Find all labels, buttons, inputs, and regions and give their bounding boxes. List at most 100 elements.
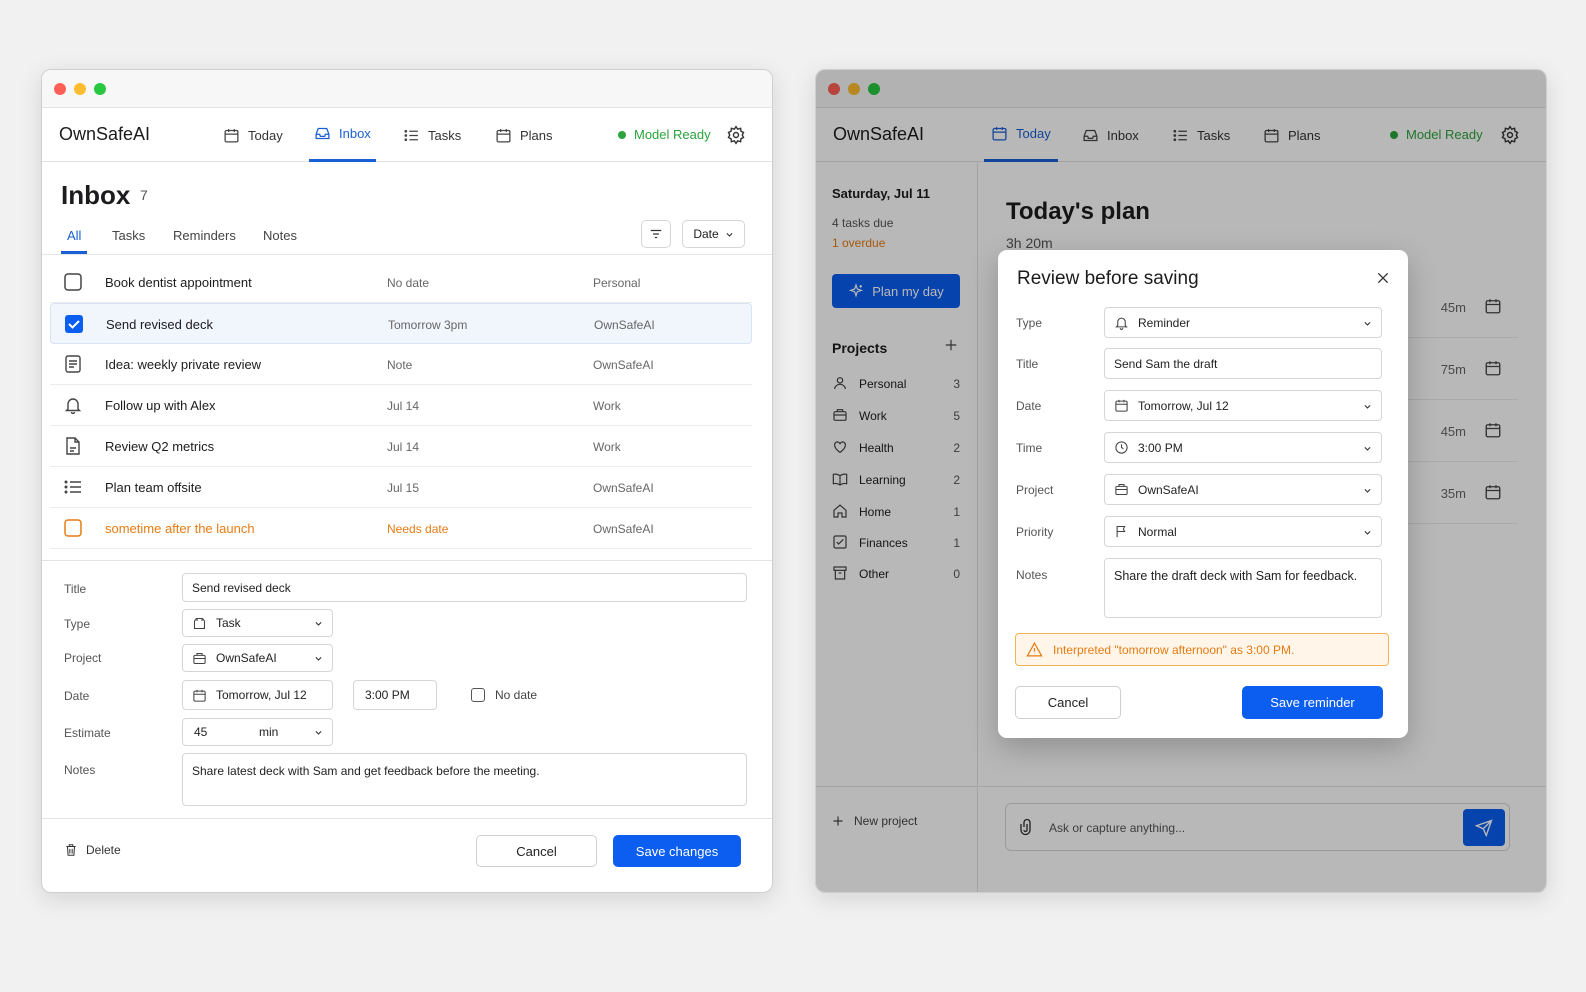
type-label: Type: [64, 617, 91, 631]
calendar-icon: [496, 128, 511, 143]
title-label: Title: [64, 582, 87, 596]
inbox-icon: [315, 127, 330, 140]
nav-plans[interactable]: Plans: [495, 108, 553, 162]
inbox-count: 7: [140, 187, 148, 203]
save-changes-button[interactable]: Save changes: [613, 835, 741, 867]
page-title: Inbox: [61, 180, 131, 210]
status-dot: [618, 130, 626, 139]
inbox-row[interactable]: Review Q2 metrics Jul 14 Work: [50, 426, 752, 467]
briefcase-icon: [193, 652, 206, 664]
nav-tasks[interactable]: Tasks: [403, 108, 461, 162]
warning-icon: [1026, 641, 1043, 657]
clock-icon: [1115, 441, 1128, 454]
footer-divider: [42, 818, 772, 819]
chevron-down-icon: [315, 656, 322, 661]
checkbox-checked-icon[interactable]: [65, 315, 83, 333]
chevron-down-icon: [1364, 446, 1371, 451]
flag-icon: [1116, 525, 1126, 538]
gear-icon[interactable]: [726, 125, 746, 145]
inbox-row[interactable]: Follow up with Alex Jul 14 Work: [50, 385, 752, 426]
list-icon: [64, 480, 81, 494]
priority-select[interactable]: Normal: [1104, 516, 1382, 547]
tabs-divider: [42, 254, 772, 255]
estimate-select[interactable]: 45 min: [182, 718, 333, 746]
title-field[interactable]: Send Sam the draft: [1104, 348, 1382, 379]
type-select[interactable]: Task: [182, 609, 333, 637]
inbox-row[interactable]: Book dentist appointment No date Persona…: [50, 262, 752, 303]
project-select[interactable]: OwnSafeAI: [182, 644, 333, 672]
cancel-button[interactable]: Cancel: [476, 835, 597, 867]
calendar-icon: [224, 128, 239, 143]
dialog-title: Review before saving: [1017, 268, 1199, 289]
editor-divider: [42, 560, 772, 561]
no-date-label: No date: [495, 688, 538, 702]
calendar-icon: [1115, 399, 1128, 412]
chevron-down-icon: [726, 232, 733, 237]
nav-inbox[interactable]: Inbox: [309, 108, 376, 162]
task-icon: [193, 617, 206, 629]
brand-logo: OwnSafeAI: [59, 124, 151, 144]
inbox-row[interactable]: Plan team offsite Jul 15 OwnSafeAI: [50, 467, 752, 508]
notes-label: Notes: [64, 763, 96, 777]
nav-today[interactable]: Today: [223, 108, 283, 162]
tab-reminders[interactable]: Reminders: [167, 228, 242, 254]
date-label: Date: [64, 689, 90, 703]
type-select[interactable]: Reminder: [1104, 307, 1382, 338]
chevron-down-icon: [1364, 404, 1371, 409]
document-icon: [66, 437, 80, 455]
inbox-row-selected[interactable]: Send revised deck Tomorrow 3pm OwnSafeAI: [50, 303, 752, 344]
model-status: Model Ready: [618, 127, 711, 142]
review-dialog: Review before saving Type Reminder Title…: [998, 250, 1408, 738]
checkbox-warning-icon[interactable]: [64, 519, 82, 537]
delete-button[interactable]: Delete: [64, 842, 121, 858]
list-icon: [404, 129, 418, 141]
no-date-checkbox[interactable]: [471, 688, 485, 702]
priority-label: Priority: [1016, 525, 1054, 539]
app-header: OwnSafeAI Today Inbox Tasks Plans Model …: [42, 108, 772, 162]
project-label: Project: [1016, 483, 1054, 497]
bell-icon: [64, 398, 82, 414]
project-select[interactable]: OwnSafeAI: [1104, 474, 1382, 505]
minimize-window-button[interactable]: [74, 83, 86, 95]
notes-label: Notes: [1016, 568, 1048, 582]
checkbox-icon[interactable]: [64, 273, 82, 291]
estimate-label: Estimate: [64, 726, 111, 740]
sort-date-button[interactable]: Date: [682, 220, 745, 248]
title-bar: [42, 70, 772, 108]
title-field[interactable]: Send revised deck: [182, 573, 747, 602]
note-icon: [65, 355, 81, 373]
date-picker[interactable]: Tomorrow, Jul 12: [1104, 390, 1382, 421]
trash-icon: [66, 844, 76, 856]
filter-icon: [650, 229, 662, 239]
chevron-down-icon: [1364, 321, 1371, 326]
briefcase-icon: [1115, 483, 1128, 496]
notes-textarea[interactable]: Share the draft deck with Sam for feedba…: [1104, 558, 1382, 618]
date-picker[interactable]: Tomorrow, Jul 12: [182, 680, 333, 710]
time-field[interactable]: 3:00 PM: [353, 680, 437, 710]
inbox-row[interactable]: Idea: weekly private review Note OwnSafe…: [50, 344, 752, 385]
tab-notes[interactable]: Notes: [257, 228, 303, 254]
filter-button[interactable]: [641, 220, 671, 248]
notes-textarea[interactable]: Share latest deck with Sam and get feedb…: [182, 753, 747, 806]
calendar-icon: [193, 689, 206, 702]
tab-all[interactable]: All: [61, 228, 88, 254]
time-select[interactable]: 3:00 PM: [1104, 432, 1382, 463]
save-reminder-button[interactable]: Save reminder: [1242, 686, 1383, 719]
zoom-window-button[interactable]: [94, 83, 106, 95]
chevron-down-icon: [1364, 488, 1371, 493]
interpretation-warning: Interpreted "tomorrow afternoon" as 3:00…: [1015, 633, 1389, 666]
bell-icon: [1115, 317, 1128, 330]
inbox-row-needs-date[interactable]: sometime after the launch Needs date Own…: [50, 508, 752, 549]
chevron-down-icon: [1364, 530, 1371, 535]
inbox-window: OwnSafeAI Today Inbox Tasks Plans Model …: [41, 69, 773, 893]
date-label: Date: [1016, 399, 1042, 413]
title-label: Title: [1016, 357, 1039, 371]
cancel-button[interactable]: Cancel: [1015, 686, 1121, 719]
tab-tasks[interactable]: Tasks: [106, 228, 151, 254]
close-window-button[interactable]: [54, 83, 66, 95]
chevron-down-icon: [315, 621, 322, 626]
chevron-down-icon: [315, 730, 322, 735]
project-label: Project: [64, 651, 102, 665]
time-label: Time: [1016, 441, 1043, 455]
close-icon[interactable]: [1375, 270, 1391, 286]
